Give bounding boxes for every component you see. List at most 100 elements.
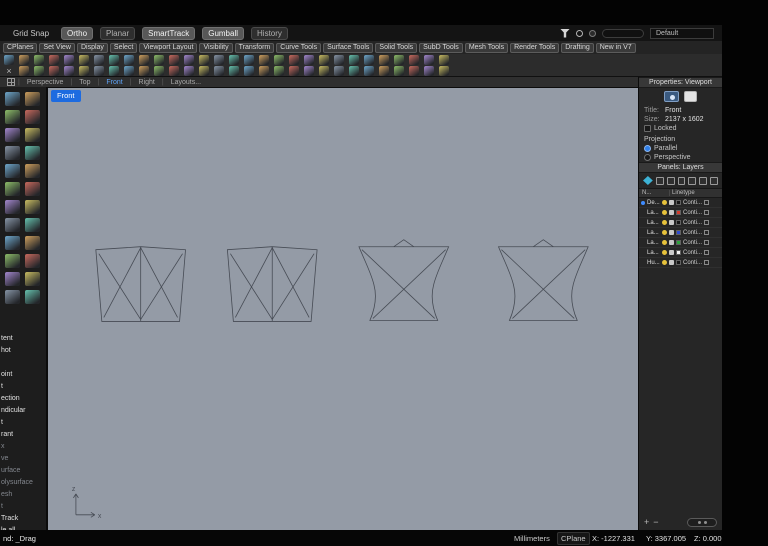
toggle-grid-snap[interactable]: Grid Snap — [8, 28, 54, 39]
join-icon[interactable] — [274, 54, 284, 65]
layer-lock-icon[interactable] — [669, 200, 674, 205]
viewport-tab-top[interactable]: Top — [72, 79, 97, 86]
table-profile-a-segment-5[interactable] — [140, 253, 183, 320]
gumball-tool-icon[interactable] — [244, 65, 254, 76]
table-profile-c-segment-2[interactable] — [361, 249, 435, 319]
display-mode-icon[interactable] — [25, 128, 40, 142]
layer-manager-icon[interactable] — [49, 65, 59, 76]
plane-icon[interactable] — [25, 218, 40, 232]
close-icon[interactable]: × — [4, 66, 14, 76]
viewport-tab-layouts[interactable]: Layouts... — [164, 79, 208, 86]
sweep-icon[interactable] — [5, 254, 20, 268]
table-profile-c-segment-3[interactable] — [372, 249, 446, 319]
offset-curve-icon[interactable] — [25, 200, 40, 214]
remove-layer-button[interactable]: − — [653, 518, 658, 527]
layer-on-bulb-icon[interactable] — [662, 240, 667, 245]
layer-lock-icon[interactable] — [669, 240, 674, 245]
table-profile-a-segment-3[interactable] — [140, 247, 178, 318]
osnap-icon[interactable] — [229, 65, 239, 76]
layer-linetype[interactable]: Conti... — [683, 210, 702, 216]
tool-tab-new-in-v7[interactable]: New in V7 — [595, 42, 636, 53]
layer-print-box[interactable] — [704, 250, 710, 255]
table-profile-d-segment-2[interactable] — [501, 249, 575, 319]
selection-filter-icon[interactable] — [25, 92, 40, 106]
layer-linetype[interactable]: Conti... — [683, 250, 702, 256]
sphere-icon[interactable] — [25, 272, 40, 286]
preset-dropdown[interactable]: Default — [650, 27, 714, 39]
explode-icon[interactable] — [289, 54, 299, 65]
box-icon[interactable] — [5, 272, 20, 286]
toggle-ortho[interactable]: Ortho — [61, 26, 94, 40]
layers-new-sublayer-icon[interactable] — [655, 176, 664, 185]
print-icon[interactable] — [49, 54, 59, 65]
grid-toggle-icon[interactable] — [214, 65, 224, 76]
units-indicator[interactable]: Millimeters — [514, 534, 550, 543]
layer-row-3[interactable]: La... Conti... — [639, 228, 722, 238]
layer-linetype[interactable]: Conti... — [683, 220, 702, 226]
tool-tab-render-tools[interactable]: Render Tools — [510, 42, 560, 53]
toggle-gumball[interactable]: Gumball — [202, 26, 245, 40]
trim-icon[interactable] — [244, 54, 254, 65]
perspective-radio[interactable] — [644, 154, 651, 161]
layer-color-swatch[interactable] — [676, 240, 681, 245]
viewport-tab-front[interactable]: Front — [99, 79, 129, 86]
layer-color-swatch[interactable] — [676, 250, 681, 255]
layer-linetype-column[interactable]: Linetype — [669, 190, 722, 196]
table-profile-c-segment-0[interactable] — [358, 246, 450, 321]
layer-print-box[interactable] — [704, 230, 710, 235]
boolean-icon[interactable] — [25, 290, 40, 304]
fillet-icon[interactable] — [304, 54, 314, 65]
zoom-icon[interactable] — [5, 128, 20, 142]
group-icon[interactable] — [334, 65, 344, 76]
undo-icon[interactable] — [109, 54, 119, 65]
arc-icon[interactable] — [5, 182, 20, 196]
cplane-dropdown[interactable]: CPlane — [557, 532, 590, 545]
tool-tab-set-view[interactable]: Set View — [39, 42, 75, 53]
toggle-history[interactable]: History — [251, 26, 288, 40]
move-icon[interactable] — [154, 54, 164, 65]
ungroup-icon[interactable] — [349, 65, 359, 76]
tool-tab-visibility[interactable]: Visibility — [199, 42, 233, 53]
layer-lock-icon[interactable] — [669, 210, 674, 215]
loft-icon[interactable] — [25, 254, 40, 268]
table-profile-b-segment-5[interactable] — [271, 253, 315, 320]
viewport-title-chip[interactable]: Front — [51, 90, 81, 102]
tool-tab-cplanes[interactable]: CPlanes — [3, 42, 38, 53]
polygon-icon[interactable] — [5, 200, 20, 214]
revolve-icon[interactable] — [25, 236, 40, 250]
rotate-view-icon[interactable] — [5, 110, 20, 124]
table-profile-a-segment-4[interactable] — [98, 253, 142, 320]
text-icon[interactable] — [409, 65, 419, 76]
layer-color-swatch[interactable] — [676, 200, 681, 205]
layer-row-2[interactable]: La... Conti... — [639, 218, 722, 228]
polyline-icon[interactable] — [25, 146, 40, 160]
layer-color-swatch[interactable] — [676, 220, 681, 225]
block-icon[interactable] — [364, 65, 374, 76]
layers-panel-header[interactable]: Panels: Layers — [639, 162, 722, 173]
redo-icon[interactable] — [124, 54, 134, 65]
array-icon[interactable] — [229, 54, 239, 65]
history-icon[interactable] — [259, 65, 269, 76]
tool-tab-solid-tools[interactable]: Solid Tools — [375, 42, 418, 53]
layer-on-bulb-icon[interactable] — [662, 210, 667, 215]
zoom-extents-icon[interactable] — [109, 65, 119, 76]
layer-print-box[interactable] — [704, 260, 710, 265]
notes-icon[interactable] — [424, 65, 434, 76]
layer-row-6[interactable]: Hu... Conti... — [639, 258, 722, 268]
layer-row-4[interactable]: La... Conti... — [639, 238, 722, 248]
front-viewport[interactable]: Front z x — [46, 87, 638, 530]
dimension-icon[interactable] — [394, 65, 404, 76]
layer-print-box[interactable] — [704, 220, 710, 225]
layer-lock-icon[interactable] — [669, 220, 674, 225]
cylinder-icon[interactable] — [5, 290, 20, 304]
show-icon[interactable] — [319, 65, 329, 76]
shaded-view-icon[interactable] — [409, 54, 419, 65]
selection-filter-icon[interactable] — [576, 29, 583, 37]
tool-tab-transform[interactable]: Transform — [234, 42, 275, 53]
search-input[interactable] — [602, 28, 644, 38]
table-profile-a-segment-2[interactable] — [103, 247, 142, 318]
pan-view-icon[interactable] — [79, 65, 89, 76]
layer-linetype[interactable]: Conti... — [683, 200, 702, 206]
curve-boolean-icon[interactable] — [364, 54, 374, 65]
tool-tab-surface-tools[interactable]: Surface Tools — [323, 42, 374, 53]
